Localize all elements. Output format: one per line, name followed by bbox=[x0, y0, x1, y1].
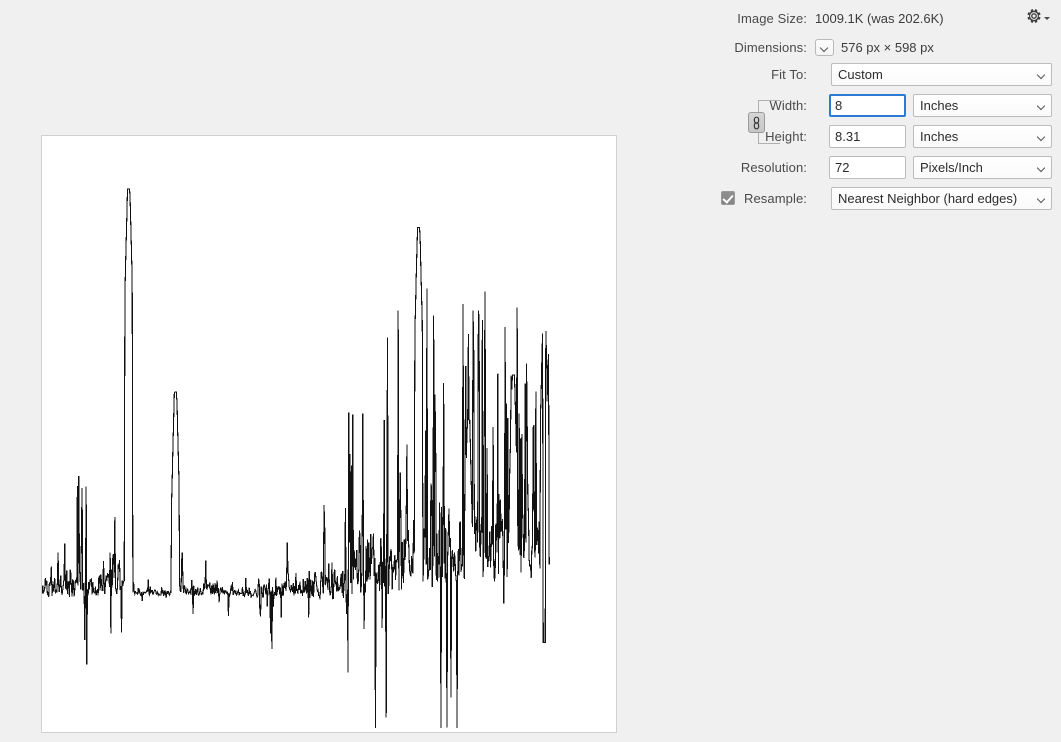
image-size-label: Image Size: bbox=[737, 10, 807, 26]
fit-to-value: Custom bbox=[838, 67, 883, 82]
resample-method-value: Nearest Neighbor (hard edges) bbox=[838, 191, 1018, 206]
resolution-label-col: Resolution: bbox=[640, 160, 815, 175]
width-input[interactable] bbox=[829, 94, 906, 117]
chevron-down-icon bbox=[821, 44, 828, 51]
height-units-value: Inches bbox=[920, 129, 959, 144]
resolution-units-value: Pixels/Inch bbox=[920, 160, 983, 175]
chevron-down-icon bbox=[1038, 164, 1045, 171]
chevron-down-icon bbox=[1038, 71, 1045, 78]
fit-to-label-col: Fit To: bbox=[640, 67, 815, 82]
chevron-down-icon bbox=[1038, 102, 1045, 109]
fit-to-select[interactable]: Custom bbox=[831, 63, 1052, 86]
width-label: Width: bbox=[769, 97, 807, 113]
image-preview-pane[interactable] bbox=[41, 135, 617, 733]
resolution-units-select[interactable]: Pixels/Inch bbox=[913, 156, 1052, 179]
height-input[interactable] bbox=[829, 125, 906, 148]
resample-checkbox[interactable] bbox=[720, 191, 735, 205]
dimensions-row: Dimensions: 576 px × 598 px bbox=[640, 36, 1061, 58]
resample-method-select[interactable]: Nearest Neighbor (hard edges) bbox=[831, 187, 1052, 210]
dimensions-disclosure-button[interactable] bbox=[815, 38, 834, 56]
dimensions-label-col: Dimensions: bbox=[640, 40, 815, 55]
image-size-label-col: Image Size: bbox=[640, 11, 815, 26]
resolution-label: Resolution: bbox=[740, 159, 807, 175]
width-units-value: Inches bbox=[920, 98, 959, 113]
spectrum-plot bbox=[42, 188, 550, 729]
resample-label: Resample: bbox=[743, 190, 807, 206]
chevron-down-icon bbox=[1038, 133, 1045, 140]
fit-to-label: Fit To: bbox=[771, 66, 807, 82]
width-units-select[interactable]: Inches bbox=[913, 94, 1052, 117]
resolution-input[interactable] bbox=[829, 156, 906, 179]
dimensions-label: Dimensions: bbox=[734, 39, 807, 55]
chevron-down-icon bbox=[1038, 195, 1045, 202]
height-label: Height: bbox=[765, 128, 807, 144]
width-label-col: Width: bbox=[640, 98, 815, 113]
spectrum-trace bbox=[42, 188, 550, 729]
image-size-row: Image Size: 1009.1K (was 202.6K) bbox=[640, 7, 1061, 29]
height-label-col: Height: bbox=[640, 129, 815, 144]
resample-label-col: Resample: bbox=[640, 191, 815, 206]
image-size-value: 1009.1K (was 202.6K) bbox=[815, 10, 944, 26]
dimensions-value: 576 px × 598 px bbox=[841, 39, 934, 55]
height-units-select[interactable]: Inches bbox=[913, 125, 1052, 148]
